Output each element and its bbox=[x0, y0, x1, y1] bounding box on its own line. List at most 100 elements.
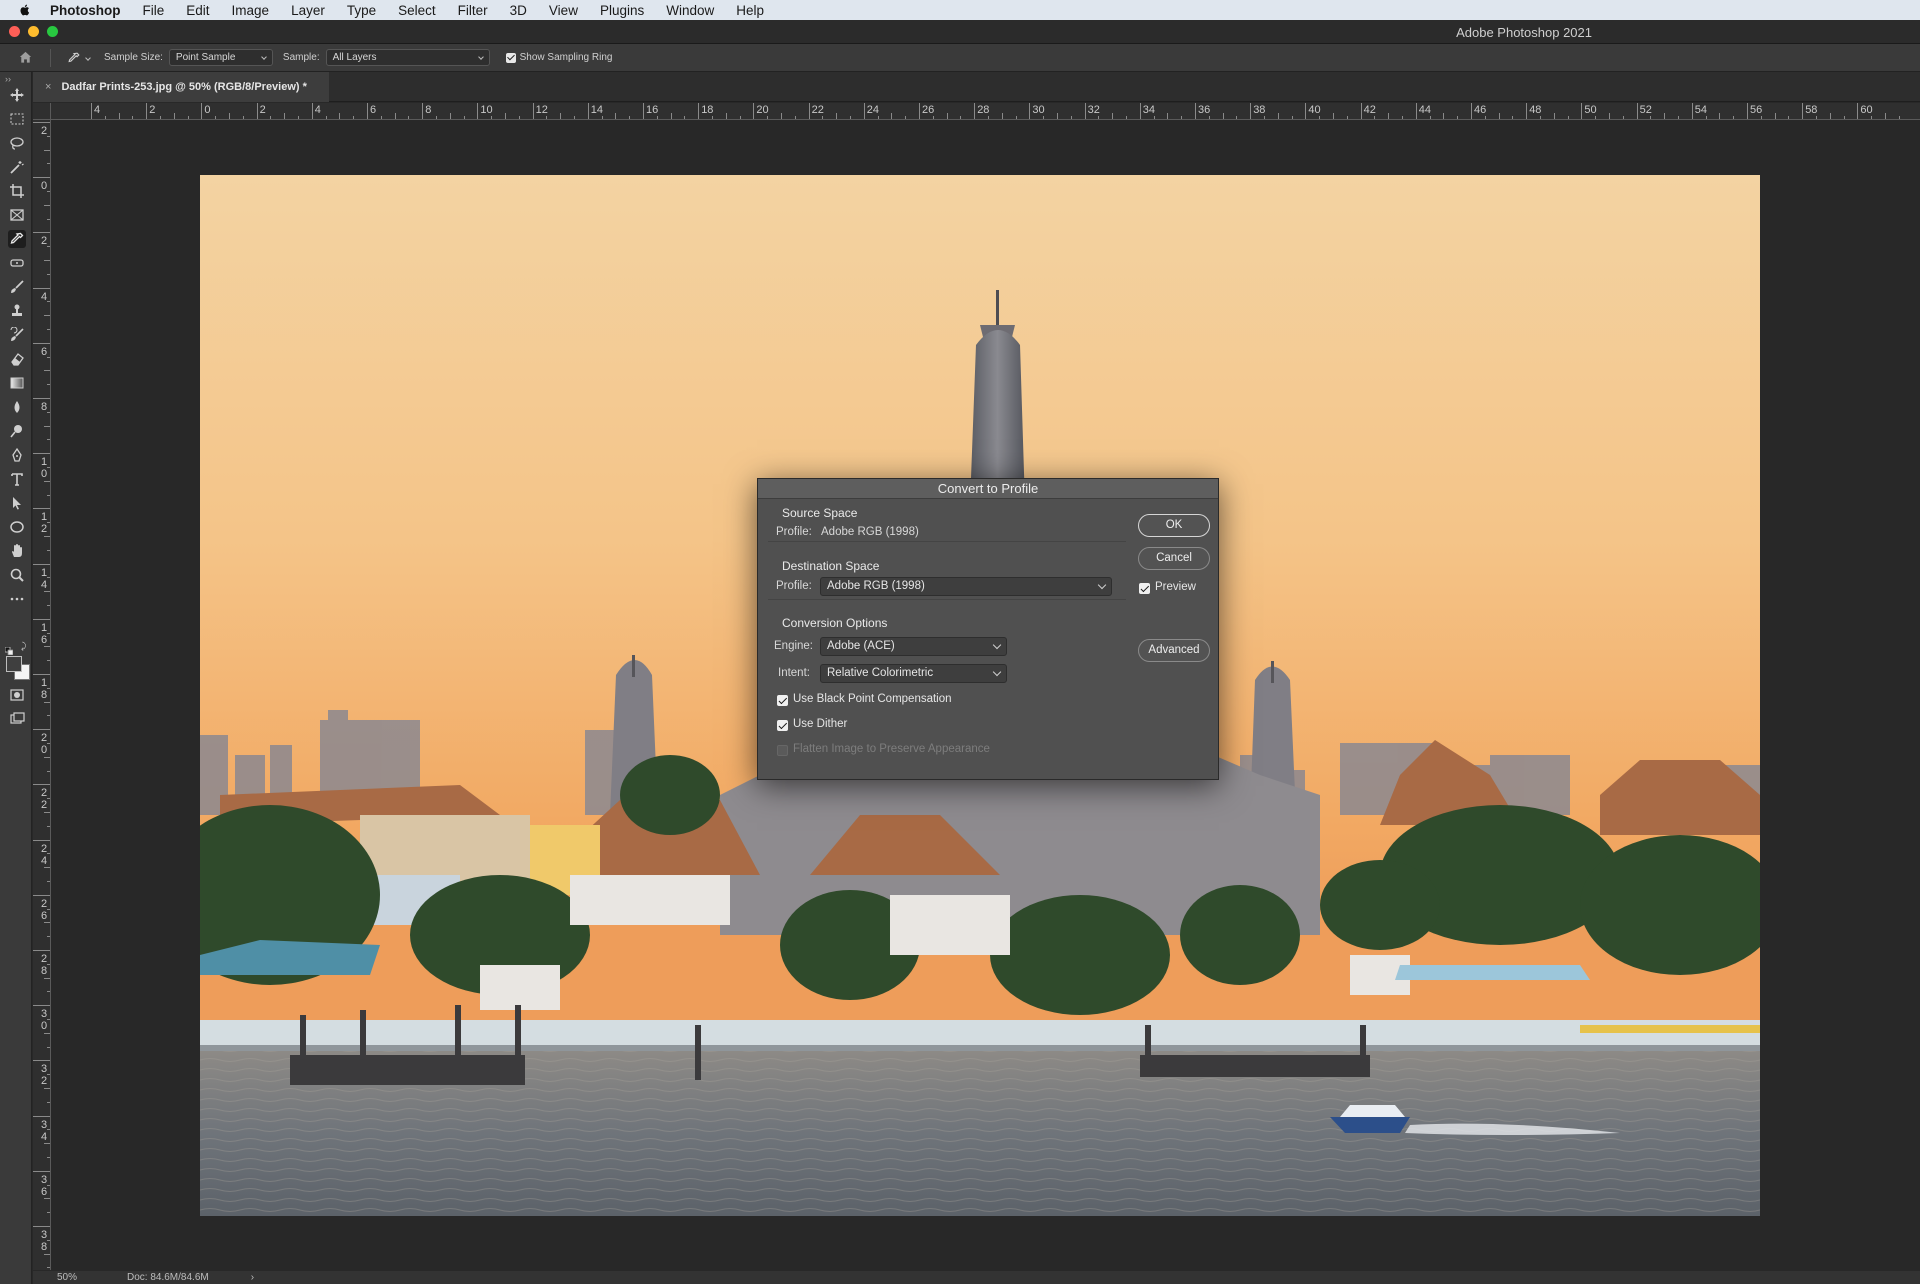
sample-select[interactable]: All Layers bbox=[325, 49, 490, 66]
ruler-minor-tick bbox=[1498, 113, 1500, 119]
ruler-minor-tick bbox=[118, 113, 120, 119]
ok-button[interactable]: OK bbox=[1138, 514, 1210, 537]
window-close-button[interactable] bbox=[9, 26, 20, 37]
menu-help[interactable]: Help bbox=[736, 3, 764, 18]
show-sampling-ring-checkbox[interactable] bbox=[505, 52, 516, 63]
menu-window[interactable]: Window bbox=[666, 3, 714, 18]
intent-select[interactable]: Relative Colorimetric bbox=[820, 664, 1007, 683]
ruler-label: 28 bbox=[977, 104, 990, 116]
blur-tool-icon[interactable] bbox=[8, 398, 26, 416]
magic-wand-tool-icon[interactable] bbox=[8, 158, 26, 176]
crop-tool-icon[interactable] bbox=[8, 182, 26, 200]
ruler-minor-tick bbox=[187, 116, 189, 119]
eyedropper-tool-icon[interactable] bbox=[8, 230, 26, 248]
menu-layer[interactable]: Layer bbox=[291, 3, 325, 18]
path-selection-tool-icon[interactable] bbox=[8, 494, 26, 512]
ruler-origin[interactable] bbox=[33, 103, 51, 120]
gradient-tool-icon[interactable] bbox=[8, 374, 26, 392]
sample-size-select[interactable]: Point Sample bbox=[168, 49, 273, 66]
ruler-minor-tick bbox=[47, 853, 50, 855]
marquee-tool-icon[interactable] bbox=[8, 110, 26, 128]
default-colors-icon[interactable] bbox=[4, 642, 14, 656]
black-point-compensation-checkbox[interactable] bbox=[777, 695, 788, 706]
foreground-color-swatch[interactable] bbox=[6, 656, 22, 672]
close-tab-icon[interactable]: × bbox=[45, 81, 51, 93]
preview-checkbox[interactable] bbox=[1139, 583, 1150, 594]
use-dither-checkbox[interactable] bbox=[777, 720, 788, 731]
quick-mask-icon[interactable] bbox=[8, 686, 26, 704]
ellipse-tool-icon[interactable] bbox=[8, 518, 26, 536]
window-zoom-button[interactable] bbox=[47, 26, 58, 37]
brush-tool-icon[interactable] bbox=[8, 278, 26, 296]
more-tools-icon[interactable] bbox=[8, 590, 26, 608]
menu-view[interactable]: View bbox=[549, 3, 578, 18]
ruler-major-tick bbox=[1526, 103, 1528, 119]
ruler-minor-tick bbox=[670, 113, 672, 119]
cancel-button[interactable]: Cancel bbox=[1138, 547, 1210, 570]
ruler-minor-tick bbox=[353, 116, 355, 119]
ruler-minor-tick bbox=[44, 756, 50, 758]
clone-stamp-tool-icon[interactable] bbox=[8, 302, 26, 320]
ruler-major-tick bbox=[33, 1115, 50, 1117]
ruler-label: 16 bbox=[40, 621, 48, 646]
eraser-tool-icon[interactable] bbox=[8, 350, 26, 368]
apple-icon[interactable] bbox=[18, 2, 34, 18]
move-tool-icon[interactable] bbox=[8, 86, 26, 104]
ruler-minor-tick bbox=[1733, 116, 1735, 119]
ruler-major-tick bbox=[146, 103, 148, 119]
ruler-minor-tick bbox=[712, 116, 713, 119]
zoom-level[interactable]: 50% bbox=[57, 1272, 127, 1283]
window-minimize-button[interactable] bbox=[28, 26, 39, 37]
ruler-major-tick bbox=[33, 784, 50, 786]
ruler-minor-tick bbox=[1650, 116, 1652, 119]
ruler-minor-tick bbox=[546, 116, 548, 119]
frame-tool-icon[interactable] bbox=[8, 206, 26, 224]
history-brush-tool-icon[interactable] bbox=[8, 326, 26, 344]
ruler-label: 34 bbox=[40, 1118, 48, 1143]
flatten-image-label: Flatten Image to Preserve Appearance bbox=[793, 743, 990, 755]
vertical-ruler[interactable]: 202468101214161820222426283032343638 bbox=[33, 120, 51, 1270]
document-tab[interactable]: × Dadfar Prints-253.jpg @ 50% (RGB/8/Pre… bbox=[33, 72, 329, 102]
status-menu-arrow-icon[interactable]: › bbox=[251, 1272, 254, 1283]
menu-type[interactable]: Type bbox=[347, 3, 376, 18]
ruler-major-tick bbox=[33, 674, 50, 675]
menu-3d[interactable]: 3D bbox=[510, 3, 527, 18]
source-space-group: Source Space Profile: Adobe RGB (1998) bbox=[768, 506, 1126, 544]
lasso-tool-icon[interactable] bbox=[8, 134, 26, 152]
ruler-minor-tick bbox=[1788, 116, 1790, 119]
destination-profile-select[interactable]: Adobe RGB (1998) bbox=[820, 577, 1112, 596]
menu-filter[interactable]: Filter bbox=[458, 3, 488, 18]
menu-file[interactable]: File bbox=[143, 3, 165, 18]
panel-collapse-icon[interactable]: ›› bbox=[5, 74, 11, 84]
screen-mode-icon[interactable] bbox=[8, 710, 26, 728]
hand-tool-icon[interactable] bbox=[8, 542, 26, 560]
engine-select[interactable]: Adobe (ACE) bbox=[820, 637, 1007, 656]
advanced-button[interactable]: Advanced bbox=[1138, 639, 1210, 662]
ruler-major-tick bbox=[698, 103, 700, 119]
dodge-tool-icon[interactable] bbox=[8, 422, 26, 440]
ruler-minor-tick bbox=[1264, 116, 1265, 119]
type-tool-icon[interactable] bbox=[8, 470, 26, 488]
engine-label: Engine: bbox=[774, 640, 814, 652]
home-icon[interactable] bbox=[18, 49, 36, 67]
menu-image[interactable]: Image bbox=[232, 3, 270, 18]
ruler-label: 38 bbox=[40, 1229, 48, 1253]
healing-brush-tool-icon[interactable] bbox=[8, 254, 26, 272]
chevron-down-icon bbox=[992, 667, 1002, 677]
pen-tool-icon[interactable] bbox=[8, 446, 26, 464]
menu-plugins[interactable]: Plugins bbox=[600, 3, 644, 18]
eyedropper-preset-icon[interactable] bbox=[67, 51, 91, 65]
ruler-minor-tick bbox=[1540, 116, 1541, 119]
zoom-tool-icon[interactable] bbox=[8, 566, 26, 584]
document-tab-bar: × Dadfar Prints-253.jpg @ 50% (RGB/8/Pre… bbox=[33, 72, 1920, 102]
ruler-minor-tick bbox=[394, 113, 396, 119]
horizontal-ruler[interactable]: 4 2 0 2 4 6 8 10 12 14 16 18 20 22 24 26 28 30 32 34 36 38 40 4… bbox=[51, 103, 1920, 120]
ruler-minor-tick bbox=[215, 116, 217, 119]
menu-select[interactable]: Select bbox=[398, 3, 436, 18]
menu-photoshop[interactable]: Photoshop bbox=[50, 3, 121, 18]
ruler-minor-tick bbox=[47, 743, 50, 744]
ruler-minor-tick bbox=[505, 113, 506, 119]
swap-colors-icon[interactable]: ⤸ bbox=[21, 641, 26, 652]
menu-edit[interactable]: Edit bbox=[186, 3, 209, 18]
intent-label: Intent: bbox=[778, 667, 810, 679]
